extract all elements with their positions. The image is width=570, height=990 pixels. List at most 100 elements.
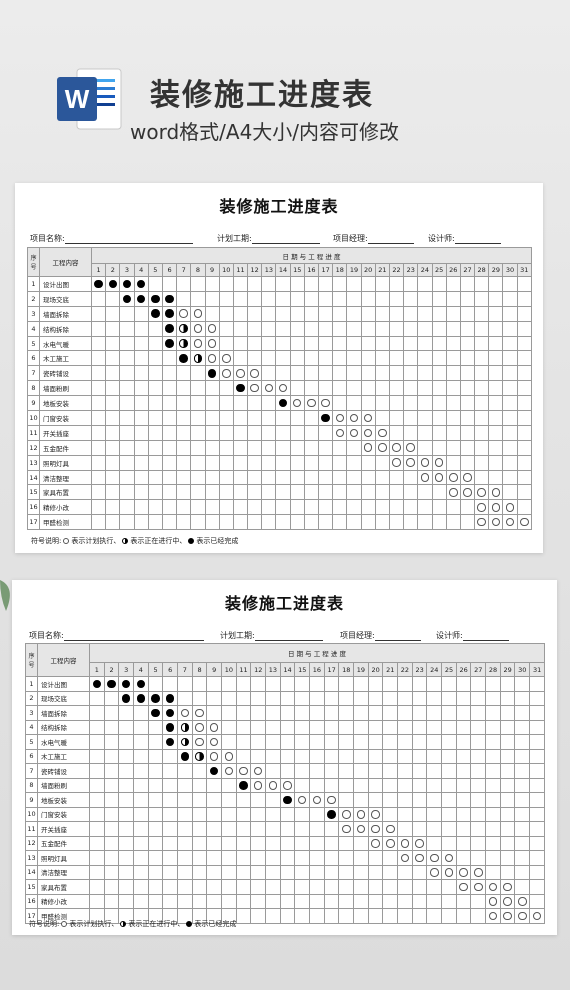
day-cell[interactable]	[346, 454, 362, 471]
day-cell[interactable]	[455, 806, 472, 822]
day-cell[interactable]	[190, 499, 206, 516]
day-cell[interactable]	[353, 879, 369, 895]
day-cell[interactable]	[294, 777, 311, 793]
day-cell[interactable]	[514, 821, 531, 837]
day-cell[interactable]	[382, 821, 399, 837]
day-cell[interactable]	[206, 748, 223, 764]
day-cell[interactable]	[303, 410, 320, 426]
day-cell[interactable]	[388, 454, 405, 471]
day-cell[interactable]	[89, 676, 105, 692]
day-cell[interactable]	[338, 748, 355, 764]
day-cell[interactable]	[470, 705, 487, 721]
day-cell[interactable]	[177, 879, 193, 895]
day-cell[interactable]	[388, 380, 405, 397]
day-cell[interactable]	[90, 320, 107, 337]
day-cell[interactable]	[303, 276, 320, 292]
task-name[interactable]: 现场交底	[39, 290, 92, 307]
day-cell[interactable]	[105, 380, 121, 397]
day-cell[interactable]	[411, 893, 428, 909]
day-cell[interactable]	[90, 410, 107, 426]
day-cell[interactable]	[514, 676, 531, 692]
task-name[interactable]: 精修小改	[37, 893, 90, 909]
day-cell[interactable]	[119, 395, 135, 412]
day-cell[interactable]	[367, 806, 384, 822]
day-cell[interactable]	[89, 748, 105, 764]
day-cell[interactable]	[474, 499, 490, 516]
day-cell[interactable]	[191, 806, 208, 822]
day-cell[interactable]	[279, 821, 296, 837]
day-cell[interactable]	[431, 439, 447, 456]
day-cell[interactable]	[235, 690, 252, 706]
day-cell[interactable]	[232, 350, 249, 367]
day-cell[interactable]	[250, 719, 267, 735]
day-cell[interactable]	[441, 864, 457, 880]
day-cell[interactable]	[90, 380, 107, 397]
day-cell[interactable]	[261, 380, 277, 397]
day-cell[interactable]	[516, 454, 533, 471]
day-cell[interactable]	[147, 320, 163, 337]
day-cell[interactable]	[133, 864, 149, 880]
day-cell[interactable]	[323, 719, 340, 735]
day-cell[interactable]	[133, 380, 149, 397]
day-cell[interactable]	[218, 454, 234, 471]
day-cell[interactable]	[488, 424, 504, 441]
day-cell[interactable]	[265, 893, 281, 909]
day-cell[interactable]	[90, 335, 107, 352]
day-cell[interactable]	[147, 748, 164, 764]
day-cell[interactable]	[119, 365, 135, 382]
day-cell[interactable]	[426, 908, 443, 924]
day-cell[interactable]	[133, 290, 149, 307]
day-cell[interactable]	[190, 320, 206, 337]
day-cell[interactable]	[161, 305, 178, 322]
day-cell[interactable]	[204, 395, 220, 412]
task-name[interactable]: 五金配件	[37, 835, 90, 851]
day-cell[interactable]	[279, 705, 296, 721]
day-cell[interactable]	[529, 879, 545, 895]
day-cell[interactable]	[360, 276, 376, 292]
day-cell[interactable]	[289, 484, 305, 501]
day-cell[interactable]	[346, 424, 362, 441]
field-designer[interactable]: 设计师:	[436, 630, 509, 641]
day-cell[interactable]	[191, 864, 208, 880]
day-cell[interactable]	[403, 290, 419, 307]
day-cell[interactable]	[353, 821, 369, 837]
day-cell[interactable]	[411, 705, 428, 721]
day-cell[interactable]	[529, 850, 545, 866]
day-cell[interactable]	[190, 410, 206, 426]
day-cell[interactable]	[191, 763, 208, 779]
day-cell[interactable]	[514, 792, 531, 808]
day-cell[interactable]	[176, 484, 192, 501]
day-cell[interactable]	[403, 350, 419, 367]
day-cell[interactable]	[431, 380, 447, 397]
day-cell[interactable]	[388, 469, 405, 486]
day-cell[interactable]	[176, 320, 192, 337]
day-cell[interactable]	[265, 806, 281, 822]
day-cell[interactable]	[206, 705, 223, 721]
day-cell[interactable]	[289, 290, 305, 307]
task-name[interactable]: 家具布置	[37, 879, 90, 895]
day-cell[interactable]	[218, 380, 234, 397]
day-cell[interactable]	[360, 454, 376, 471]
day-cell[interactable]	[338, 864, 355, 880]
day-cell[interactable]	[502, 395, 518, 412]
day-cell[interactable]	[279, 676, 296, 692]
day-cell[interactable]	[470, 748, 487, 764]
day-cell[interactable]	[118, 748, 135, 764]
day-cell[interactable]	[235, 763, 252, 779]
day-cell[interactable]	[133, 763, 149, 779]
day-cell[interactable]	[133, 893, 149, 909]
day-cell[interactable]	[382, 734, 399, 750]
day-cell[interactable]	[441, 821, 457, 837]
day-cell[interactable]	[338, 719, 355, 735]
day-cell[interactable]	[147, 879, 164, 895]
day-cell[interactable]	[221, 879, 237, 895]
day-cell[interactable]	[323, 835, 340, 851]
day-cell[interactable]	[502, 424, 518, 441]
day-cell[interactable]	[529, 893, 545, 909]
day-cell[interactable]	[470, 879, 487, 895]
day-cell[interactable]	[502, 290, 518, 307]
day-cell[interactable]	[411, 850, 428, 866]
day-cell[interactable]	[353, 850, 369, 866]
day-cell[interactable]	[397, 850, 413, 866]
day-cell[interactable]	[294, 734, 311, 750]
